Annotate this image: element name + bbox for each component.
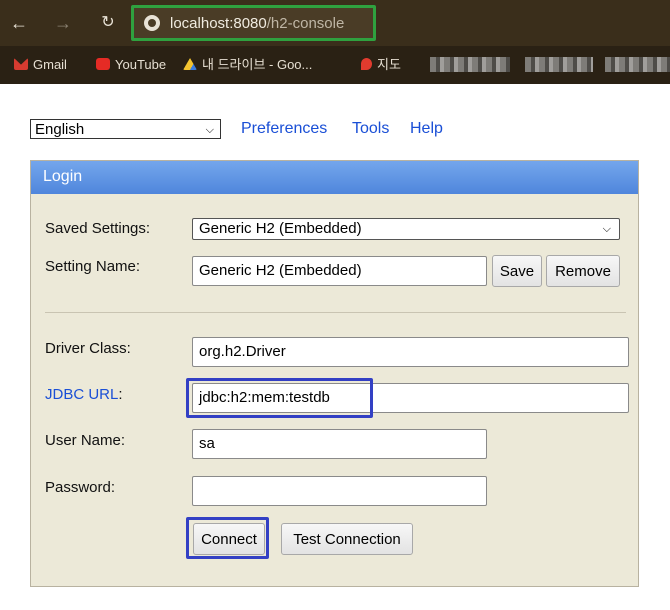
bookmarks-bar: Gmail YouTube 내 드라이브 - Goo... 지도 bbox=[0, 46, 670, 84]
url-text[interactable]: localhost:8080/h2-console bbox=[170, 15, 344, 32]
drive-icon bbox=[183, 58, 197, 70]
tools-link[interactable]: Tools bbox=[352, 120, 389, 138]
map-pin-icon bbox=[361, 58, 372, 70]
browser-toolbar: ← → ↻ localhost:8080/h2-console bbox=[0, 0, 670, 46]
bookmark-blurred-3[interactable] bbox=[605, 57, 670, 72]
address-bar[interactable]: localhost:8080/h2-console bbox=[131, 5, 376, 41]
back-arrow-icon[interactable]: ← bbox=[6, 10, 32, 36]
saved-settings-select[interactable]: Generic H2 (Embedded) ⌵ bbox=[192, 218, 620, 240]
reload-icon[interactable]: ↻ bbox=[95, 10, 121, 36]
saved-settings-label: Saved Settings: bbox=[45, 220, 151, 237]
bookmark-drive[interactable]: 내 드라이브 - Goo... bbox=[183, 56, 312, 74]
bookmark-blurred-1[interactable] bbox=[430, 57, 510, 72]
help-link[interactable]: Help bbox=[410, 120, 443, 138]
login-header: Login bbox=[31, 161, 638, 194]
bookmark-blurred-2[interactable] bbox=[525, 57, 593, 72]
jdbc-url-input[interactable]: jdbc:h2:mem:testdb bbox=[192, 383, 629, 413]
bookmark-youtube[interactable]: YouTube bbox=[96, 56, 166, 74]
forward-arrow-icon[interactable]: → bbox=[50, 10, 76, 36]
setting-name-input[interactable]: Generic H2 (Embedded) bbox=[192, 256, 487, 286]
language-select[interactable]: English ⌵ bbox=[30, 119, 221, 139]
divider bbox=[45, 312, 626, 313]
test-connection-button[interactable]: Test Connection bbox=[281, 523, 413, 555]
setting-name-label: Setting Name: bbox=[45, 258, 141, 275]
connect-button[interactable]: Connect bbox=[193, 523, 265, 555]
password-input[interactable] bbox=[192, 476, 487, 506]
login-panel: Login Saved Settings: Generic H2 (Embedd… bbox=[30, 160, 639, 587]
remove-button[interactable]: Remove bbox=[546, 255, 620, 287]
jdbc-url-label: JDBC URL: bbox=[45, 386, 123, 403]
driver-class-input[interactable]: org.h2.Driver bbox=[192, 337, 629, 367]
save-button[interactable]: Save bbox=[492, 255, 542, 287]
user-name-label: User Name: bbox=[45, 432, 126, 449]
youtube-icon bbox=[96, 58, 110, 70]
preferences-link[interactable]: Preferences bbox=[241, 120, 327, 138]
bookmark-map[interactable]: 지도 bbox=[361, 56, 401, 74]
user-name-input[interactable]: sa bbox=[192, 429, 487, 459]
login-title: Login bbox=[43, 168, 83, 185]
password-label: Password: bbox=[45, 479, 116, 496]
saved-settings-value: Generic H2 (Embedded) bbox=[199, 220, 362, 237]
gmail-icon bbox=[14, 58, 28, 70]
chevron-down-icon: ⌵ bbox=[205, 124, 214, 136]
site-info-icon[interactable] bbox=[144, 15, 160, 31]
language-value: English bbox=[35, 121, 85, 138]
chevron-down-icon: ⌵ bbox=[602, 223, 611, 235]
driver-class-label: Driver Class: bbox=[45, 340, 131, 357]
bookmark-gmail[interactable]: Gmail bbox=[14, 56, 67, 74]
